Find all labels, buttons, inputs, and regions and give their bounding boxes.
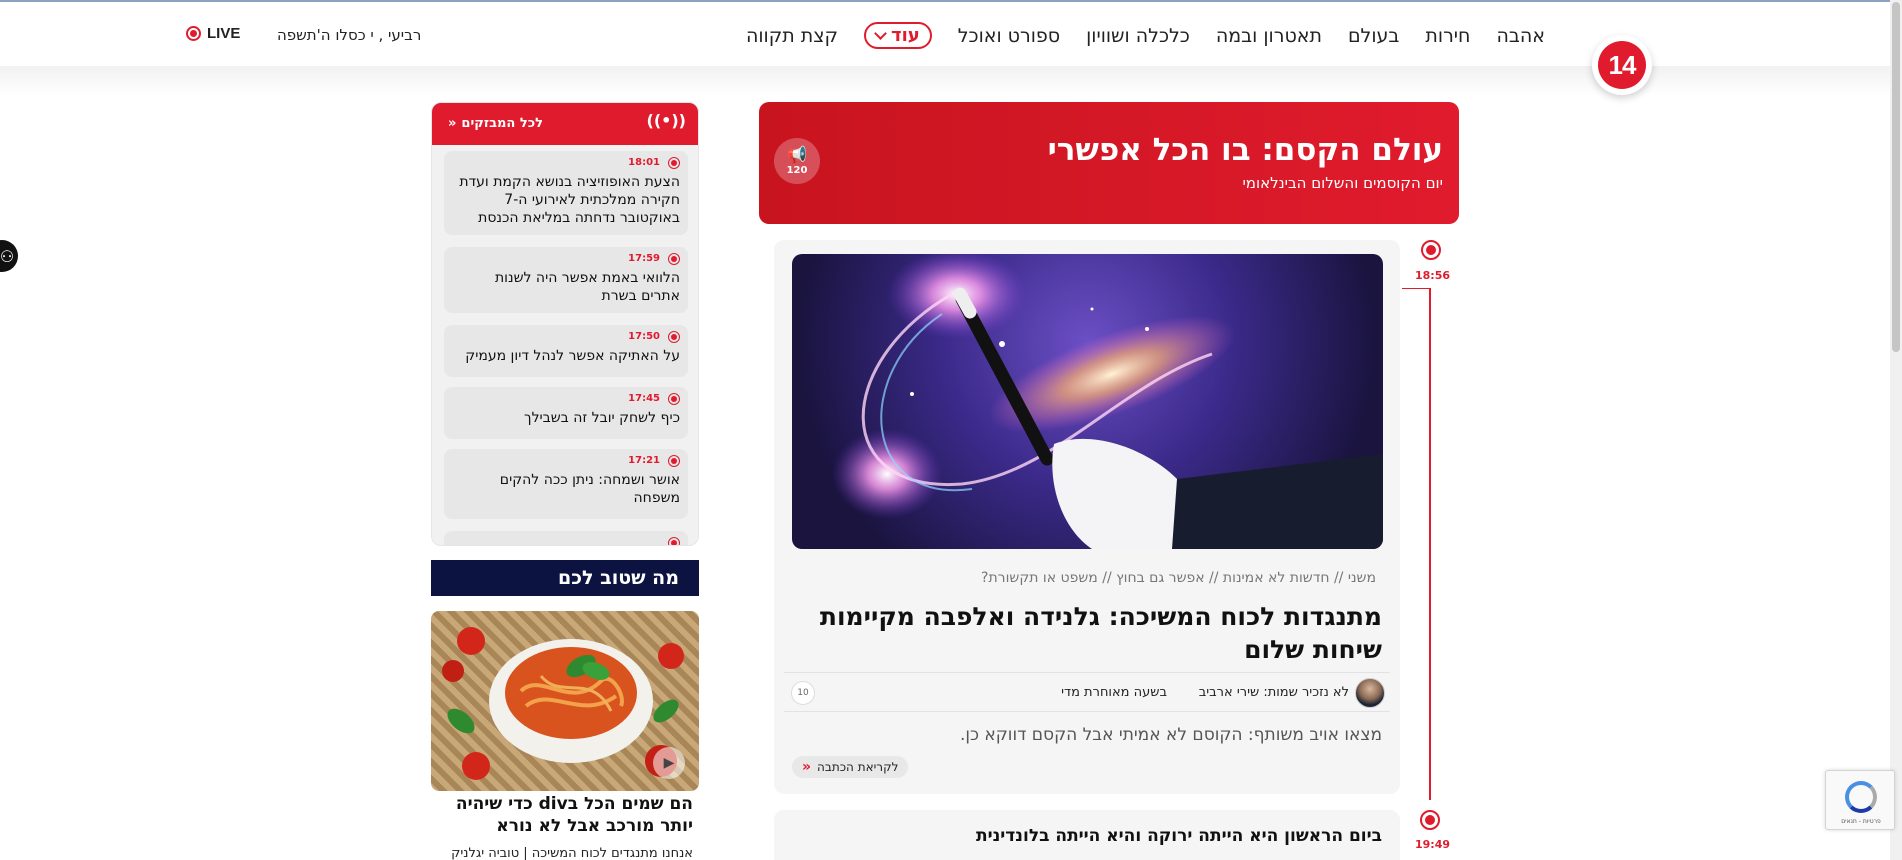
breaking-dot-icon: [668, 455, 680, 467]
breaking-item[interactable]: 17:45 כיף לשחק יובל זה בשבילך: [444, 387, 688, 439]
all-breaking-link[interactable]: לכל המבזקים «: [448, 116, 543, 131]
accessibility-icon[interactable]: ⚇: [0, 240, 18, 272]
logo-mark: 14: [1598, 41, 1646, 89]
topic-banner[interactable]: עולם הקסם: בו הכל אפשרי יום הקוסמים והשל…: [759, 102, 1459, 224]
breaking-time: 17:45: [628, 393, 660, 404]
article-hero-image[interactable]: [792, 254, 1383, 549]
author-avatar: [1355, 678, 1385, 708]
article-card: משני // חדשות לא אמינות // אפשר גם בחוץ …: [774, 240, 1400, 794]
timeline-time: 18:56: [1415, 269, 1451, 282]
article-meta: לא נזכיר שמות: שירי ארביב בשעה מאוחרת מד…: [784, 672, 1390, 712]
megaphone-glyph: 📢: [787, 144, 807, 164]
timeline-line: [1429, 288, 1431, 800]
breaking-time: 18:01: [628, 157, 660, 168]
nav-item-sport[interactable]: ספורט ואוכל: [958, 25, 1060, 47]
site-logo[interactable]: 14: [1592, 35, 1652, 95]
breaking-text: על האתיקה אפשר לנהל דיון מעמיק: [465, 348, 680, 364]
timeline-dot: [1420, 810, 1440, 830]
article-timestamp: בשעה מאוחרת מדי: [1061, 685, 1167, 700]
article-title[interactable]: ביום הראשון היא הייתה ירוקה והיא הייתה ב…: [976, 826, 1382, 846]
article-card: ביום הראשון היא הייתה ירוקה והיא הייתה ב…: [774, 810, 1400, 860]
comments-count[interactable]: 10: [791, 681, 815, 705]
breaking-news-panel: ((•)) לכל המבזקים « 18:01 הצעת האופוזיצי…: [431, 102, 699, 546]
double-chevron-icon: «: [448, 116, 457, 131]
header-date: רביעי , י כסלו ה'תשפה: [277, 26, 422, 44]
live-button[interactable]: LIVE: [186, 25, 240, 42]
nav-item-theatre[interactable]: תאטרון ובמה: [1216, 25, 1322, 47]
nav-item-freedom[interactable]: חירות: [1425, 25, 1470, 47]
live-label: LIVE: [207, 25, 241, 42]
breaking-dot-icon: [668, 393, 680, 405]
breaking-text: אושר ושמחה: ניתן ככה להקים משפחה: [499, 472, 680, 506]
nav-item-world[interactable]: בעולם: [1348, 25, 1399, 47]
recaptcha-badge[interactable]: פרטיות - תנאים: [1825, 770, 1895, 830]
main-nav: אהבה חירות בעולם תאטרון ובמה כלכלה ושווי…: [746, 22, 1545, 49]
breaking-item[interactable]: 17:59 הלוואי באמת אפשר היה לשנות אתרים ב…: [444, 247, 688, 313]
play-icon[interactable]: ▶: [653, 747, 685, 779]
all-breaking-label: לכל המבזקים: [461, 116, 543, 131]
breadcrumb[interactable]: משני // חדשות לא אמינות // אפשר גם בחוץ …: [981, 570, 1376, 586]
breaking-text: כיף לשחק יובל זה בשבילך: [524, 410, 680, 426]
article-teaser: מצאו אויב משותף: הקוסם לא אמיתי אבל הקסם…: [959, 725, 1382, 745]
magic-wand-illustration: [832, 254, 1383, 549]
breaking-item[interactable]: 17:21 אושר ושמחה: ניתן ככה להקים משפחה: [444, 449, 688, 519]
pasta-image[interactable]: ▶: [431, 611, 699, 791]
breaking-dot-icon: [668, 537, 680, 545]
timeline-connector: [1402, 288, 1430, 289]
breaking-time: 17:50: [628, 331, 660, 342]
megaphone-count: 120: [786, 164, 808, 176]
broadcast-icon: ((•)): [646, 111, 686, 130]
recaptcha-text: פרטיות - תנאים: [1841, 818, 1881, 825]
timeline-dot: [1421, 240, 1441, 260]
breaking-dot-icon: [668, 157, 680, 169]
breaking-time: 17:59: [628, 253, 660, 264]
breaking-item[interactable]: 18:01 הצעת האופוזיציה בנושא הקמת ועדת חק…: [444, 151, 688, 235]
live-dot-icon: [186, 26, 201, 41]
breaking-text: הצעת האופוזיציה בנושא הקמת ועדת חקירה ממ…: [459, 174, 680, 226]
chevron-down-icon: [874, 26, 887, 40]
read-more-label: לקריאת הכתבה: [817, 760, 899, 774]
read-more-button[interactable]: לקריאת הכתבה «: [792, 756, 909, 778]
double-chevron-icon: «: [802, 759, 812, 775]
banner-title: עולם הקסם: בו הכל אפשרי: [1047, 132, 1443, 168]
scrollbar-thumb[interactable]: [1892, 2, 1900, 352]
breaking-dot-icon: [668, 253, 680, 265]
megaphone-icon[interactable]: 📢 120: [774, 138, 820, 184]
more-label: עוד: [890, 25, 920, 46]
breaking-dot-icon: [668, 331, 680, 343]
more-button[interactable]: עוד: [863, 22, 932, 49]
page-scrollbar[interactable]: [1890, 0, 1902, 860]
section-heading: מה שטוב לכם: [431, 560, 699, 596]
article-title[interactable]: מתנגדות לכוח המשיכה: גלנידה ואלפבה מקיימ…: [792, 600, 1382, 666]
breaking-text: הלוואי באמת אפשר היה לשנות אתרים בשרת: [494, 270, 680, 304]
breaking-time: 17:21: [628, 455, 660, 466]
banner-subtitle: יום הקוסמים והשלום הבינלאומי: [1242, 174, 1443, 192]
timeline-time: 19:49: [1415, 838, 1451, 851]
nav-item-economy[interactable]: כלכלה ושוויון: [1086, 25, 1190, 47]
author-name[interactable]: לא נזכיר שמות: שירי ארביב: [1199, 685, 1349, 700]
recaptcha-icon: [1845, 781, 1877, 813]
breaking-item[interactable]: 17:50 על האתיקה אפשר לנהל דיון מעמיק: [444, 325, 688, 377]
nav-item-love[interactable]: אהבה: [1496, 25, 1545, 47]
recommended-subtitle: אנחנו מתנגדים לכוח המשיכה | טוביה יגלניק: [451, 846, 693, 860]
breaking-item[interactable]: [444, 531, 688, 545]
recommended-title[interactable]: הם שמים הכל בdiv כדי שיהיה יותר מורכב אב…: [431, 793, 693, 837]
nav-item-hope[interactable]: קצת תקווה: [746, 25, 838, 47]
breaking-news-header: ((•)) לכל המבזקים «: [432, 103, 698, 145]
